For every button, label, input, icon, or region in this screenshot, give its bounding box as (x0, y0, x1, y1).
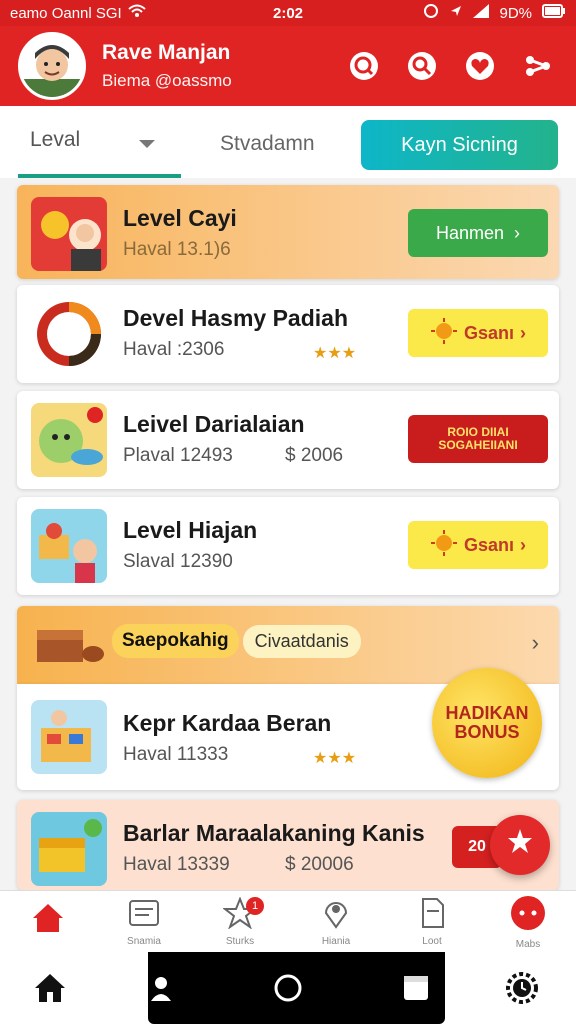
status-bar: eamo Oannl SGI 2:02 9D% (0, 0, 576, 26)
card-subtitle: Haval 13.1)6 (123, 239, 231, 260)
sun-icon (430, 317, 458, 350)
card-title: Level Cayi (123, 205, 237, 231)
card-thumbnail (31, 700, 107, 774)
level-card[interactable]: Level Cayi Haval 13.1)6 Hanmen › (17, 185, 559, 279)
tab-sturks[interactable]: 1 Sturks (192, 891, 288, 952)
card-thumbnail (31, 509, 107, 583)
claim-button-label: Gsanı (463, 534, 515, 555)
recents-icon[interactable] (398, 970, 434, 1006)
user-handle: Biema @oassmo (102, 71, 232, 90)
card-subtitle: Slaval 12390 (123, 551, 233, 572)
card-subtitle: Plaval 12493 (123, 445, 233, 466)
bonus-badge[interactable]: HADIKAN BONUS (432, 668, 542, 778)
tab-level[interactable]: Leval (18, 128, 181, 178)
floating-action-button[interactable] (490, 815, 550, 875)
card-title: Leivel Darialaian (123, 411, 305, 437)
sun-icon (430, 529, 458, 562)
banner-pill-secondary: Civaatdanis (242, 624, 361, 658)
system-nav-bar (0, 952, 576, 1024)
bonus-line-2: BONUS (454, 722, 520, 742)
signing-button[interactable]: Kayn Sicning (361, 120, 558, 170)
chevron-right-icon: › (514, 222, 521, 243)
tab-level-label: Leval (30, 128, 81, 151)
card-subtitle: Haval 13339 (123, 854, 230, 875)
play-button-label: Hanmen (435, 222, 505, 243)
tab-standard[interactable]: Stvadamn (220, 132, 315, 156)
card-thumbnail (31, 197, 107, 271)
tab-label: Loot (422, 935, 442, 947)
card-title: Level Hiajan (123, 517, 258, 543)
level-card[interactable]: Devel Hasmy Padiah Haval :2306 ★★★ Gsanı… (17, 285, 559, 383)
tab-label: Mabs (515, 938, 541, 950)
star-icon (506, 827, 534, 863)
share-icon[interactable] (518, 46, 558, 86)
level-card[interactable]: Level Hiajan Slaval 12390 Gsanı › (17, 497, 559, 595)
document-icon (415, 897, 449, 934)
tab-row: Leval Stvadamn Kayn Sicning (0, 106, 576, 178)
tab-underline (18, 174, 181, 178)
magnify-icon[interactable] (402, 46, 442, 86)
tab-mabs[interactable]: Mabs (480, 891, 576, 952)
play-button[interactable]: Hanmen › (408, 209, 548, 257)
chest-icon (35, 620, 105, 675)
list-icon (127, 897, 161, 934)
person-icon[interactable] (146, 970, 182, 1006)
banner-labels: Saepokahig Civaatdanis (112, 624, 361, 658)
claim-button[interactable]: Gsanı › (408, 521, 548, 569)
tab-snamia[interactable]: Snamia (96, 891, 192, 952)
card-thumbnail (31, 297, 107, 371)
pin-icon (319, 897, 353, 934)
header-actions (344, 46, 558, 86)
tab-label: Snamia (127, 935, 161, 947)
user-info: Rave Manjan Biema @oassmo (102, 41, 344, 91)
claim-button[interactable]: Gsanı › (408, 309, 548, 357)
home-icon (31, 902, 65, 939)
chevron-right-icon: › (520, 534, 527, 555)
tab-label: Sturks (225, 935, 255, 947)
status-time: 2:02 (272, 4, 304, 22)
tab-label: Hiania (321, 935, 351, 947)
card-thumbnail (31, 403, 107, 477)
chevron-down-icon (138, 136, 156, 154)
card-price: $ 2006 (285, 445, 344, 466)
profile-header: Rave Manjan Biema @oassmo (0, 26, 576, 106)
card-price: $ 20006 (285, 854, 354, 875)
tab-hiania[interactable]: Hiania (288, 891, 384, 952)
home-icon[interactable] (32, 970, 68, 1006)
bottom-tab-bar: Snamia 1 Sturks Hiania Loot Mabs (0, 890, 576, 952)
card-title: Devel Hasmy Padiah (123, 305, 349, 331)
search-icon[interactable] (344, 46, 384, 86)
claim-button-label: Gsanı (463, 322, 515, 343)
heart-icon[interactable] (460, 46, 500, 86)
settings-gear-icon[interactable] (504, 970, 540, 1006)
user-name: Rave Manjan (102, 41, 231, 64)
tab-loot[interactable]: Loot (384, 891, 480, 952)
more-icon (509, 894, 547, 937)
star-rating: ★★★ (313, 345, 357, 362)
notification-badge: 1 (246, 897, 264, 915)
card-subtitle: Haval :2306 (123, 339, 225, 360)
bonus-line-1: HADIKAN (445, 703, 529, 724)
level-card[interactable]: Leivel Darialaian Plaval 12493 $ 2006 RO… (17, 391, 559, 489)
offer-line-2: SOGAHEIIANI (438, 438, 518, 452)
avatar[interactable] (18, 32, 86, 100)
star-rating: ★★★ (313, 750, 357, 767)
card-subtitle: Haval 11333 (123, 744, 229, 765)
card-title: Kepr Kardaa Beran (123, 710, 332, 736)
chevron-right-icon: › (520, 322, 527, 343)
chevron-right-icon[interactable]: › (532, 630, 539, 656)
tab-home[interactable] (0, 891, 96, 952)
camera-icon[interactable] (270, 970, 306, 1006)
banner-pill-primary: Saepokahig (112, 624, 239, 658)
special-offer-button[interactable]: ROIO DIIAI SOGAHEIIANI (408, 415, 548, 463)
card-title: Barlar Maraalakaning Kanis (123, 820, 425, 846)
card-thumbnail (31, 812, 107, 886)
